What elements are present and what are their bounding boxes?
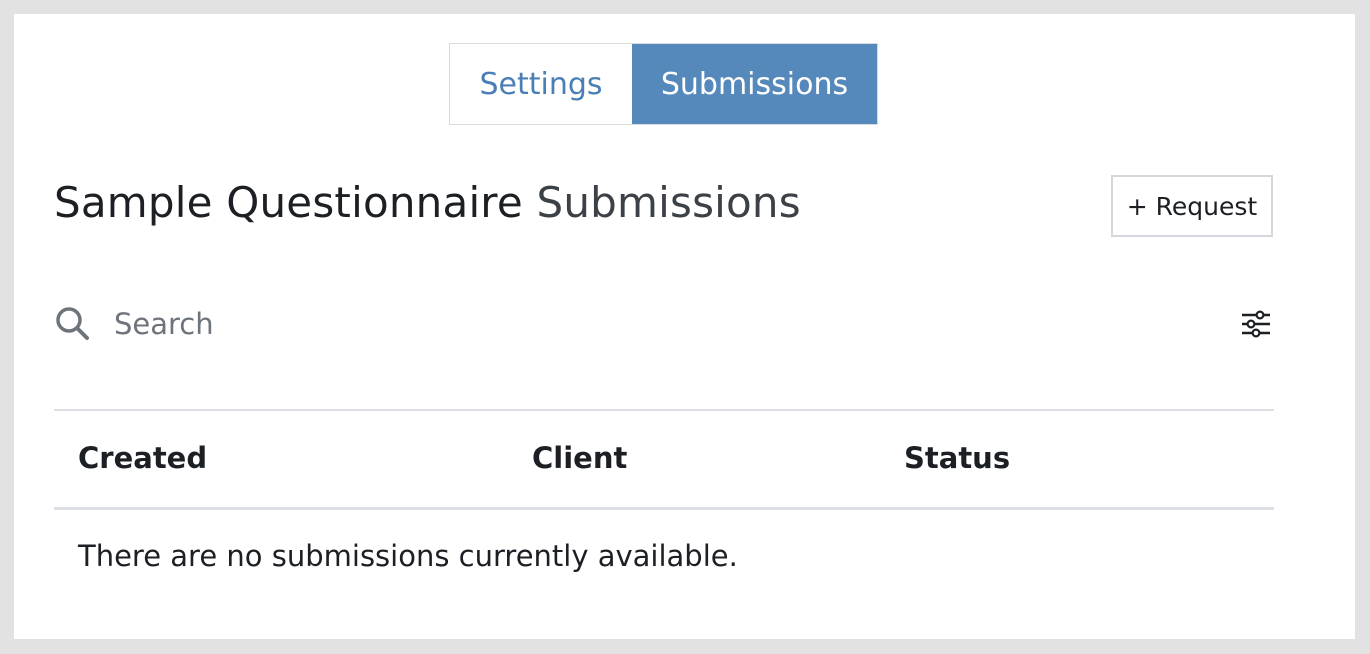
search-icon (54, 305, 92, 343)
add-request-button[interactable]: + Request (1111, 175, 1273, 237)
column-header-status[interactable]: Status (904, 441, 1010, 475)
filter-sliders-icon[interactable] (1240, 308, 1272, 340)
tab-settings[interactable]: Settings (450, 44, 632, 124)
tab-bar: Settings Submissions (449, 43, 878, 125)
submissions-table: Created Client Status There are no submi… (54, 409, 1274, 573)
search-input[interactable] (112, 297, 1196, 351)
page-title-name: Sample Questionnaire (54, 178, 523, 227)
tab-submissions[interactable]: Submissions (632, 44, 877, 124)
page-title: Sample Questionnaire Submissions (54, 178, 801, 227)
main-panel: Settings Submissions Sample Questionnair… (14, 14, 1355, 639)
page-title-suffix: Submissions (536, 178, 801, 227)
column-header-created[interactable]: Created (78, 441, 207, 475)
empty-state-message: There are no submissions currently avail… (78, 539, 738, 573)
column-header-client[interactable]: Client (532, 441, 627, 475)
search-bar (54, 297, 1274, 351)
table-header: Created Client Status (54, 411, 1274, 510)
